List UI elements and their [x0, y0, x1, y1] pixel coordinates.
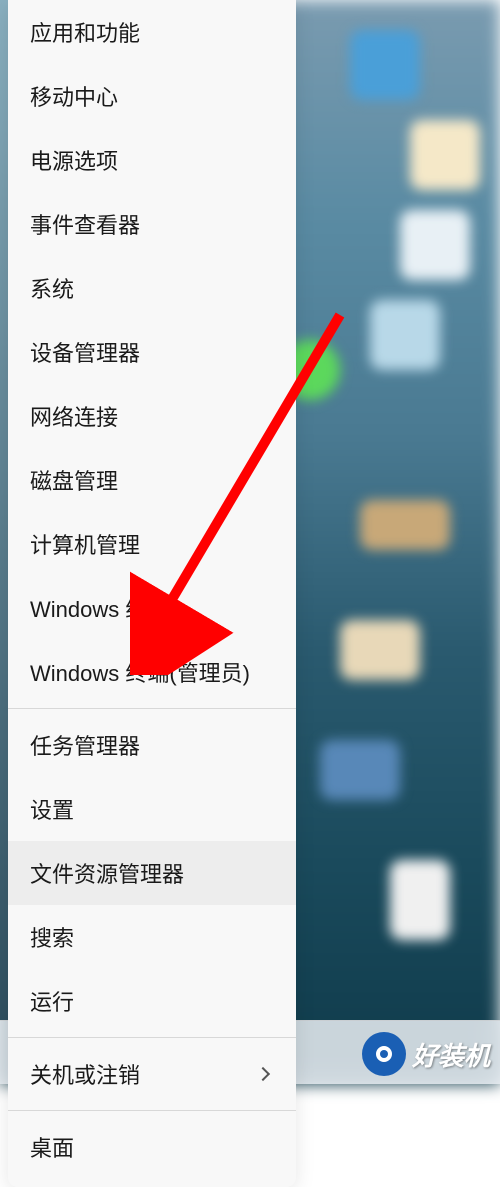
menu-item-label: 搜索 — [30, 921, 74, 953]
menu-item-6[interactable]: 网络连接 — [8, 384, 296, 448]
menu-item-label: 设备管理器 — [30, 336, 140, 368]
menu-divider — [8, 1037, 296, 1038]
menu-divider — [8, 1110, 296, 1111]
menu-item-17[interactable]: 桌面 — [8, 1115, 296, 1179]
winx-context-menu[interactable]: 应用和功能移动中心电源选项事件查看器系统设备管理器网络连接磁盘管理计算机管理 Wi… — [8, 0, 296, 1187]
menu-item-15[interactable]: 运行 — [8, 969, 296, 1033]
menu-item-1[interactable]: 移动中心 — [8, 64, 296, 128]
menu-item-label: 磁盘管理 — [30, 464, 118, 496]
menu-item-label: 事件查看器 — [30, 208, 140, 240]
menu-item-16[interactable]: 关机或注销 — [8, 1042, 296, 1106]
menu-item-10[interactable]: Windows 终端(管理员) — [8, 640, 296, 704]
menu-item-label: 运行 — [30, 985, 74, 1017]
menu-item-label: 系统 — [30, 272, 74, 304]
menu-item-13[interactable]: 文件资源管理器 — [8, 841, 296, 905]
menu-item-5[interactable]: 设备管理器 — [8, 320, 296, 384]
watermark-text: 好装机 — [412, 1036, 490, 1073]
menu-item-label: 应用和功能 — [30, 16, 140, 48]
menu-item-3[interactable]: 事件查看器 — [8, 192, 296, 256]
menu-item-label: 桌面 — [30, 1131, 74, 1163]
menu-item-8[interactable]: 计算机管理 — [8, 512, 296, 576]
menu-item-4[interactable]: 系统 — [8, 256, 296, 320]
menu-item-label: 关机或注销 — [30, 1058, 140, 1090]
menu-item-label: 设置 — [30, 793, 74, 825]
menu-item-label: 任务管理器 — [30, 729, 140, 761]
menu-item-label: 文件资源管理器 — [30, 857, 184, 889]
menu-item-label: Windows 终端 — [30, 592, 169, 624]
menu-item-label: 计算机管理 — [30, 528, 140, 560]
watermark: 好装机 — [362, 1032, 490, 1076]
menu-item-label: Windows 终端(管理员) — [30, 656, 250, 688]
menu-item-9[interactable]: Windows 终端 — [8, 576, 296, 640]
menu-item-7[interactable]: 磁盘管理 — [8, 448, 296, 512]
menu-item-0[interactable]: 应用和功能 — [8, 0, 296, 64]
menu-item-14[interactable]: 搜索 — [8, 905, 296, 969]
menu-item-label: 移动中心 — [30, 80, 118, 112]
menu-item-label: 网络连接 — [30, 400, 118, 432]
menu-divider — [8, 708, 296, 709]
menu-item-2[interactable]: 电源选项 — [8, 128, 296, 192]
watermark-logo-icon — [362, 1032, 406, 1076]
menu-item-label: 电源选项 — [30, 144, 118, 176]
chevron-right-icon — [256, 1067, 270, 1081]
menu-item-11[interactable]: 任务管理器 — [8, 713, 296, 777]
menu-item-12[interactable]: 设置 — [8, 777, 296, 841]
